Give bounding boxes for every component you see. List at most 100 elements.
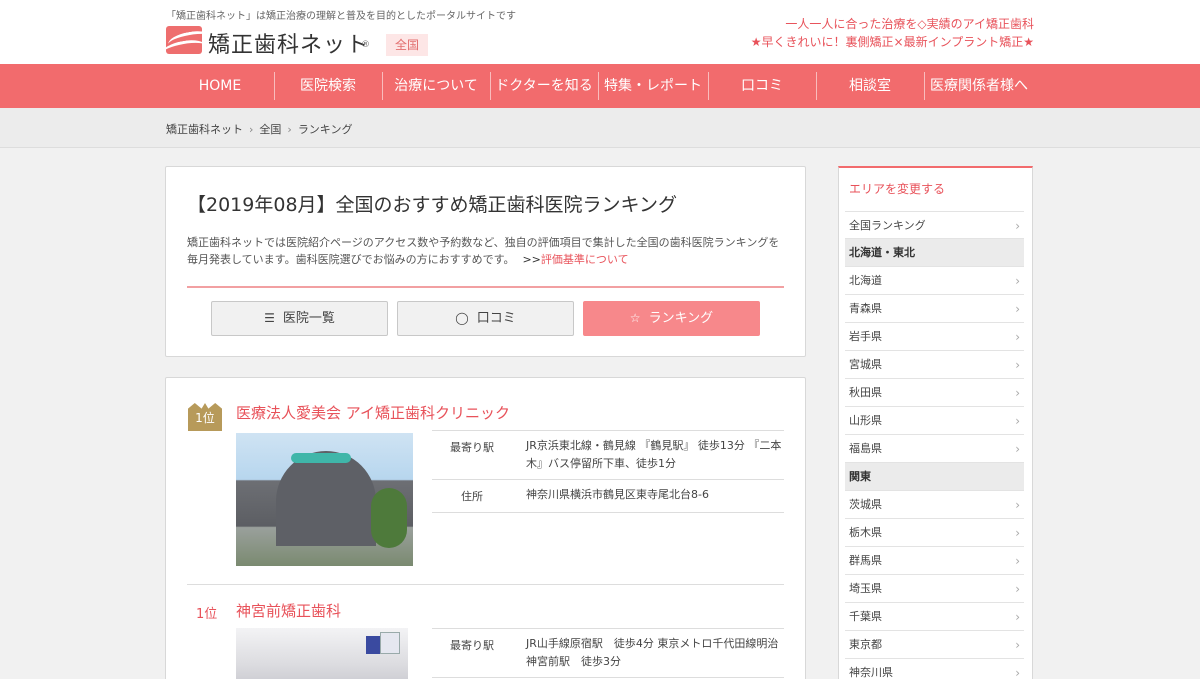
nav-item-clinic-search[interactable]: 医院検索 — [274, 64, 382, 108]
sidebar-item[interactable]: 東京都 › — [845, 631, 1024, 659]
nav-item-consultation[interactable]: 相談室 — [816, 64, 924, 108]
sidebar-item-label: 北海道・東北 — [849, 246, 915, 259]
table-row: 最寄り駅 JR山手線原宿駅 徒歩4分 東京メトロ千代田線明治神宮前駅 徒歩3分 — [432, 629, 784, 678]
nav-item-treatment[interactable]: 治療について — [382, 64, 490, 108]
sidebar-item[interactable]: 茨城県 › — [845, 491, 1024, 519]
site-tagline: 「矯正歯科ネット」は矯正治療の理解と普及を目的としたポータルサイトです — [166, 11, 516, 22]
chevron-right-icon: › — [1015, 554, 1020, 568]
station-label: 最寄り駅 — [450, 639, 494, 652]
chevron-right-icon: › — [1015, 582, 1020, 596]
tab-clinic-list[interactable]: ☰ 医院一覧 — [211, 301, 388, 336]
clinic-name-link[interactable]: 医療法人愛美会 アイ矯正歯科クリニック — [236, 402, 510, 423]
list-icon: ☰ — [264, 311, 275, 325]
area-sidebar: エリアを変更する 全国ランキング › 北海道・東北 北海道 › 青森県 › 岩手県 › 宮城県 › 秋… — [838, 166, 1033, 679]
sidebar-item-label: 全国ランキング — [849, 219, 926, 232]
sidebar-item[interactable]: 宮城県 › — [845, 351, 1024, 379]
nav-item-doctors[interactable]: ドクターを知る — [490, 64, 598, 108]
sidebar-item-label: 埼玉県 — [849, 582, 882, 595]
breadcrumb-item-current: ランキング — [297, 123, 353, 136]
speech-bubble-icon: ◯ — [455, 311, 469, 325]
chevron-right-icon: › — [1015, 526, 1020, 540]
region-badge[interactable]: 全国 — [386, 34, 428, 56]
ranking-intro-card: 【2019年08月】全国のおすすめ矯正歯科医院ランキング 矯正歯科ネットでは医院… — [165, 166, 806, 357]
table-row: 最寄り駅 JR京浜東北線・鶴見線 『鶴見駅』 徒歩13分 『二本木』バス停留所下… — [432, 431, 784, 480]
intro-text: 矯正歯科ネットでは医院紹介ページのアクセス数や予約数など、独自の評価項目で集計し… — [187, 236, 780, 266]
sidebar-item-label: 山形県 — [849, 414, 882, 427]
sidebar-item[interactable]: 埼玉県 › — [845, 575, 1024, 603]
sidebar-item-label: 関東 — [849, 470, 871, 483]
station-value: JR山手線原宿駅 徒歩4分 東京メトロ千代田線明治神宮前駅 徒歩3分 — [526, 637, 779, 668]
sidebar-item-label: 宮城県 — [849, 358, 882, 371]
sidebar-item[interactable]: 秋田県 › — [845, 379, 1024, 407]
star-icon: ☆ — [629, 311, 641, 325]
nav-item-professionals[interactable]: 医療関係者様へ — [924, 64, 1034, 108]
photo-sign — [366, 636, 380, 654]
station-label: 最寄り駅 — [450, 441, 494, 454]
sidebar-group-header: 関東 — [845, 463, 1024, 491]
breadcrumb-item-home[interactable]: 矯正歯科ネット — [166, 123, 243, 136]
sidebar-item-label: 岩手県 — [849, 330, 882, 343]
chevron-right-icon: › — [1015, 386, 1020, 400]
breadcrumb-separator: › — [287, 123, 292, 136]
nav-item-home[interactable]: HOME — [166, 64, 274, 108]
breadcrumb-separator: › — [249, 123, 254, 136]
chevron-right-icon: › — [1015, 274, 1020, 288]
sidebar-item[interactable]: 全国ランキング › — [845, 211, 1024, 239]
sidebar-item[interactable]: 千葉県 › — [845, 603, 1024, 631]
station-value: JR京浜東北線・鶴見線 『鶴見駅』 徒歩13分 『二本木』バス停留所下車、徒歩1… — [526, 439, 782, 470]
sidebar-item[interactable]: 神奈川県 › — [845, 659, 1024, 679]
sidebar-item-label: 栃木県 — [849, 526, 882, 539]
breadcrumb: 矯正歯科ネット › 全国 › ランキング — [166, 121, 352, 137]
sidebar-item-label: 北海道 — [849, 274, 882, 287]
clinic-photo[interactable] — [236, 628, 408, 679]
entry-divider — [187, 584, 784, 585]
clinic-info-table: 最寄り駅 JR京浜東北線・鶴見線 『鶴見駅』 徒歩13分 『二本木』バス停留所下… — [432, 430, 784, 513]
clinic-name-link[interactable]: 神宮前矯正歯科 — [236, 600, 341, 621]
sidebar-item[interactable]: 北海道 › — [845, 267, 1024, 295]
chevron-right-icon: › — [1015, 610, 1020, 624]
photo-tree — [371, 488, 407, 548]
sidebar-item[interactable]: 栃木県 › — [845, 519, 1024, 547]
clinic-photo[interactable] — [236, 433, 413, 566]
link-prefix: >> — [522, 253, 541, 266]
nav-item-features[interactable]: 特集・レポート — [598, 64, 708, 108]
breadcrumb-item-region[interactable]: 全国 — [259, 123, 281, 136]
promo-banner-line2[interactable]: ★早くきれいに！裏側矯正×最新インプラント矯正★ — [751, 33, 1034, 50]
sidebar-item-label: 千葉県 — [849, 610, 882, 623]
sidebar-item[interactable]: 群馬県 › — [845, 547, 1024, 575]
sidebar-title: エリアを変更する — [849, 182, 946, 196]
breadcrumb-bar: 矯正歯科ネット › 全国 › ランキング — [0, 108, 1200, 148]
chevron-right-icon: › — [1015, 330, 1020, 344]
sidebar-group-header: 北海道・東北 — [845, 239, 1024, 267]
site-header: 「矯正歯科ネット」は矯正治療の理解と普及を目的としたポータルサイトです 矯正歯科… — [0, 0, 1200, 64]
photo-sign — [380, 632, 400, 654]
rank-label: 1位 — [196, 607, 218, 622]
address-label: 住所 — [461, 490, 483, 503]
area-list: 全国ランキング › 北海道・東北 北海道 › 青森県 › 岩手県 › 宮城県 › 秋田県 › 山形県 › 福島… — [845, 211, 1024, 679]
logo-icon[interactable] — [166, 26, 202, 54]
tab-reviews[interactable]: ◯ 口コミ — [397, 301, 574, 336]
registered-mark: ® — [361, 40, 370, 50]
sidebar-item[interactable]: 山形県 › — [845, 407, 1024, 435]
tab-ranking[interactable]: ☆ ランキング — [583, 301, 760, 336]
chevron-right-icon: › — [1015, 666, 1020, 679]
sidebar-item[interactable]: 岩手県 › — [845, 323, 1024, 351]
chevron-right-icon: › — [1015, 638, 1020, 652]
sidebar-item-label: 群馬県 — [849, 554, 882, 567]
chevron-right-icon: › — [1015, 498, 1020, 512]
tab-label: ランキング — [648, 311, 714, 326]
global-nav: HOME 医院検索 治療について ドクターを知る 特集・レポート 口コミ 相談室… — [0, 64, 1200, 108]
chevron-right-icon: › — [1015, 414, 1020, 428]
chevron-right-icon: › — [1015, 442, 1020, 456]
sidebar-item[interactable]: 青森県 › — [845, 295, 1024, 323]
sidebar-item-label: 福島県 — [849, 442, 882, 455]
promo-banner-line1[interactable]: 一人一人に合った治療を◇実績のアイ矯正歯科 — [785, 15, 1034, 32]
site-logo-text[interactable]: 矯正歯科ネット — [208, 27, 369, 59]
photo-roof — [291, 453, 351, 463]
sidebar-item[interactable]: 福島県 › — [845, 435, 1024, 463]
nav-item-reviews[interactable]: 口コミ — [708, 64, 816, 108]
evaluation-criteria-link[interactable]: 評価基準について — [541, 253, 629, 266]
chevron-right-icon: › — [1015, 358, 1020, 372]
address-value: 神奈川県横浜市鶴見区東寺尾北台8-6 — [526, 488, 709, 501]
sidebar-item-label: 茨城県 — [849, 498, 882, 511]
